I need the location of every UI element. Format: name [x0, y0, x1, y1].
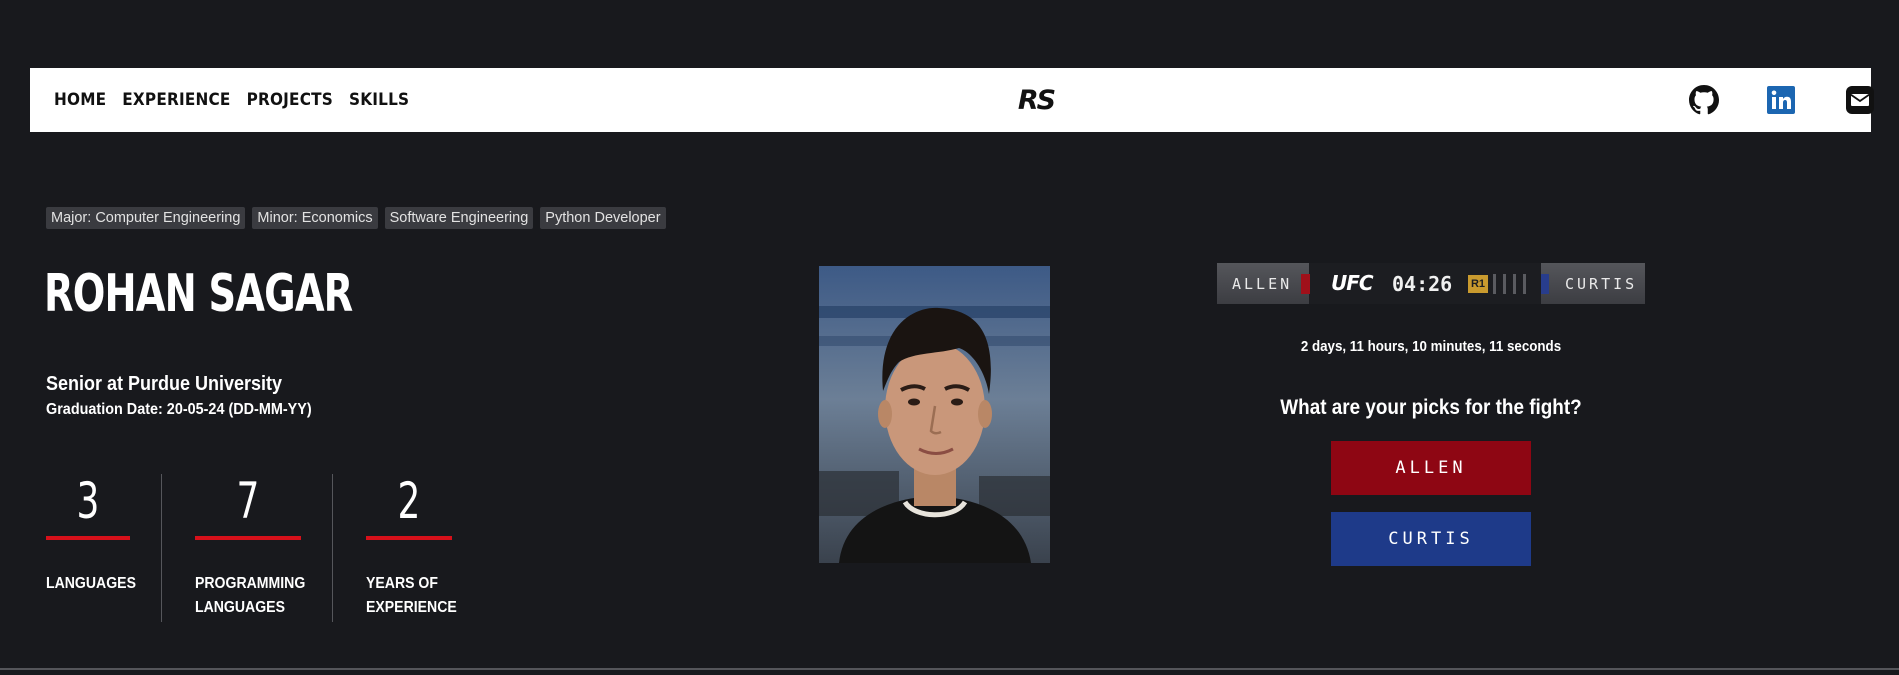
nav-skills-link[interactable]: SKILLS	[349, 90, 409, 110]
round-badge: R1	[1468, 275, 1488, 293]
svg-text:RS: RS	[1018, 85, 1055, 116]
blue-corner-marker	[1541, 274, 1549, 294]
stat-label-years-experience: YEARS OF EXPERIENCE	[366, 575, 457, 616]
navbar: HOME EXPERIENCE PROJECTS SKILLS RS	[30, 68, 1874, 132]
fight-countdown: 2 days, 11 hours, 10 minutes, 11 seconds	[1300, 339, 1562, 355]
section-divider	[0, 668, 1899, 670]
round-tick	[1493, 274, 1496, 294]
nav-projects-link[interactable]: PROJECTS	[247, 90, 333, 110]
stat-underline	[195, 536, 301, 540]
stat-value-languages: 3	[76, 472, 100, 530]
linkedin-icon	[1767, 86, 1795, 114]
scoreboard-right-fighter: CURTIS	[1541, 263, 1645, 304]
round-tick	[1503, 274, 1506, 294]
picks-question: What are your picks for the fight?	[1280, 396, 1582, 419]
hero-subtitle: Senior at Purdue University	[46, 373, 283, 395]
nav-home-link[interactable]: HOME	[54, 90, 106, 110]
mail-link[interactable]	[1846, 68, 1874, 132]
stat-divider	[332, 474, 333, 622]
github-link[interactable]	[1689, 68, 1719, 132]
scoreboard-center: UFC 04:26 R1	[1309, 263, 1541, 304]
pick-allen-button[interactable]: ALLEN	[1331, 441, 1531, 495]
tag-list: Major: Computer Engineering Minor: Econo…	[46, 207, 666, 229]
stat-underline	[46, 536, 130, 540]
hero-name: ROHAN SAGAR	[44, 264, 353, 324]
round-ticks	[1493, 274, 1526, 294]
pick-curtis-button[interactable]: CURTIS	[1331, 512, 1531, 566]
rs-logo[interactable]: RS	[1014, 82, 1058, 116]
linkedin-link[interactable]	[1767, 68, 1797, 132]
tag-software-engineering: Software Engineering	[384, 207, 534, 229]
nav-links: HOME EXPERIENCE PROJECTS SKILLS	[54, 68, 409, 132]
fight-clock: 04:26	[1392, 272, 1453, 296]
graduation-date: Graduation Date: 20-05-24 (DD-MM-YY)	[46, 401, 312, 418]
github-icon	[1689, 85, 1719, 115]
stat-label-languages: LANGUAGES	[46, 575, 136, 592]
tag-python-developer: Python Developer	[540, 207, 666, 229]
nav-experience-link[interactable]: EXPERIENCE	[122, 90, 230, 110]
tag-major: Major: Computer Engineering	[46, 207, 246, 229]
stat-divider	[161, 474, 162, 622]
red-corner-marker	[1301, 274, 1310, 294]
mail-icon	[1846, 86, 1874, 114]
stat-value-years-experience: 2	[397, 472, 421, 530]
stat-underline	[366, 536, 452, 540]
profile-photo	[819, 266, 1050, 563]
ufc-logo: UFC	[1331, 271, 1374, 295]
stat-value-programming-languages: 7	[236, 472, 260, 530]
round-tick	[1513, 274, 1516, 294]
scoreboard-left-fighter: ALLEN	[1217, 263, 1309, 304]
tag-minor: Minor: Economics	[252, 207, 378, 229]
stat-label-programming-languages: PROGRAMMING LANGUAGES	[195, 575, 306, 616]
round-tick	[1523, 274, 1526, 294]
